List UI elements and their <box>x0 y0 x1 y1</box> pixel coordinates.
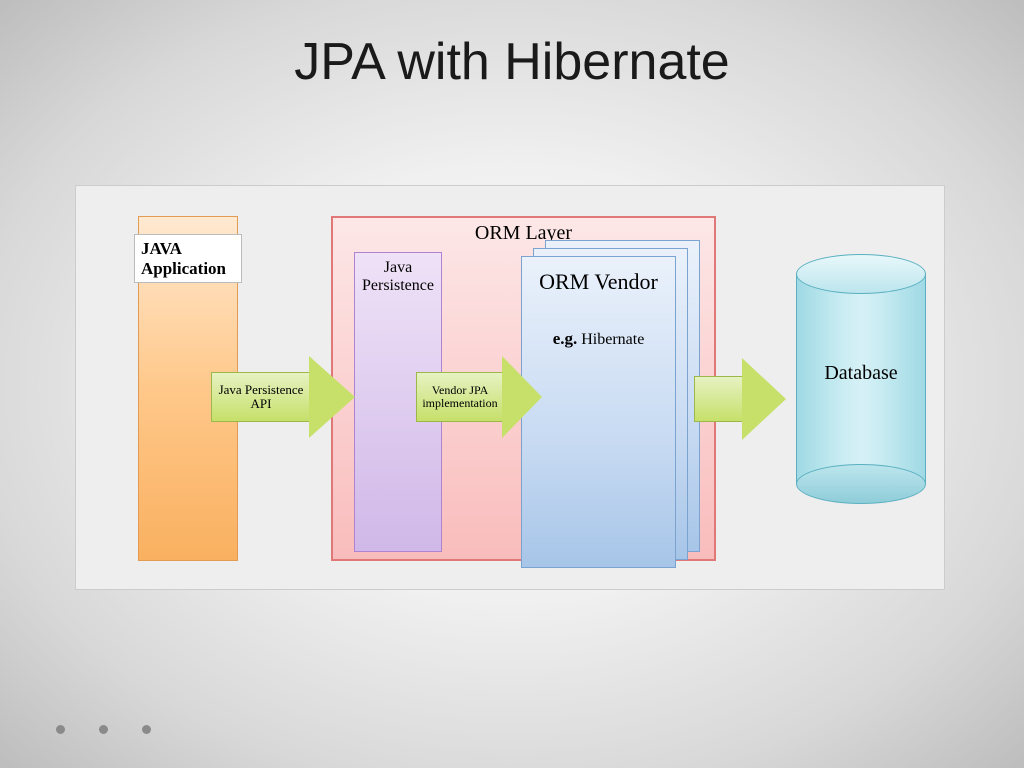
database-top-cap <box>796 254 926 294</box>
database-bottom-cap <box>796 464 926 504</box>
database-label: Database <box>796 362 926 385</box>
diagram-canvas: JAVA Application ORM Layer Java Persiste… <box>75 185 945 590</box>
slide-footer-dots <box>56 725 151 734</box>
database-cylinder: Database <box>796 254 926 504</box>
dot-icon <box>56 725 65 734</box>
slide-title: JPA with Hibernate <box>0 32 1024 92</box>
java-persistence-label: Java Persistence <box>359 259 437 296</box>
arrow-jpa-api-label: Java Persistence API <box>211 372 311 422</box>
dot-icon <box>99 725 108 734</box>
java-application-label: JAVA Application <box>134 234 242 283</box>
arrow-head-icon <box>502 356 542 438</box>
orm-vendor-card-front: ORM Vendor e.g. Hibernate <box>521 256 676 568</box>
arrow-vendor-impl-label: Vendor JPA implementation <box>416 372 504 422</box>
orm-vendor-eg-value: Hibernate <box>581 331 644 348</box>
dot-icon <box>142 725 151 734</box>
arrow-head-icon <box>742 358 786 440</box>
arrow-to-database-shaft <box>694 376 744 422</box>
orm-vendor-example: e.g. Hibernate <box>530 329 667 349</box>
orm-vendor-label: ORM Vendor <box>530 269 667 295</box>
arrow-head-icon <box>309 356 355 438</box>
orm-vendor-eg-prefix: e.g. <box>553 329 578 348</box>
